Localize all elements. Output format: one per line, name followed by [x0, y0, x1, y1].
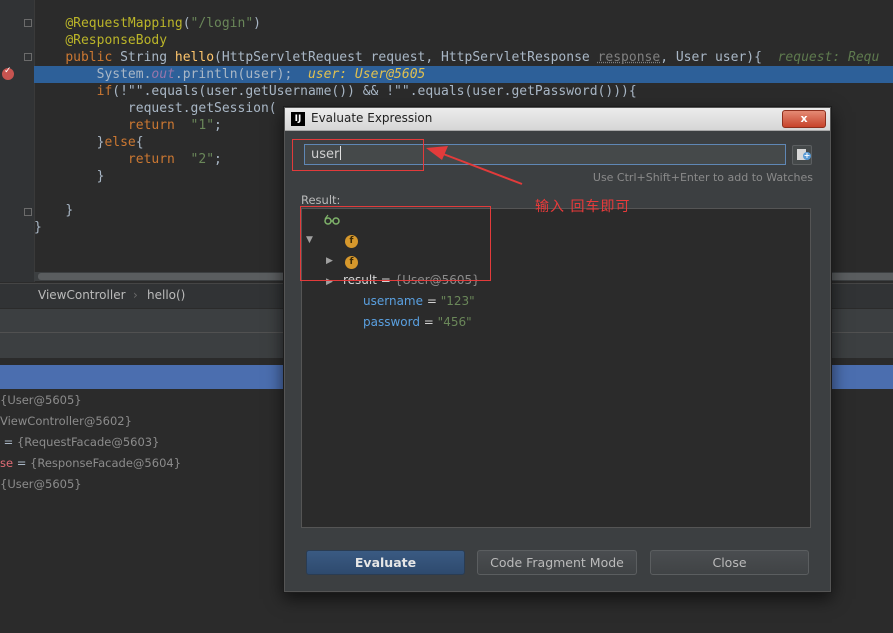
annotation-arrow-icon	[426, 146, 523, 185]
dialog-title: Evaluate Expression	[311, 111, 433, 125]
breadcrumb-class[interactable]: ViewController	[38, 288, 126, 302]
watches-hint: Use Ctrl+Shift+Enter to add to Watches	[592, 171, 813, 184]
variable-row[interactable]: ViewController@5602}	[0, 411, 132, 431]
editor-gutter[interactable]	[0, 0, 35, 282]
code-line: if(!"".equals(user.getUsername()) && !""…	[96, 84, 637, 99]
code-line: @RequestMapping("/login")	[65, 16, 261, 31]
inline-debug-value: user: User@5605	[307, 67, 426, 82]
breadcrumb-separator: ›	[133, 288, 138, 302]
close-button[interactable]: Close	[650, 550, 809, 575]
fold-marker-icon[interactable]	[24, 19, 32, 27]
inline-debug-value: request: Requ	[777, 50, 880, 65]
variable-row[interactable]: se = {ResponseFacade@5604}	[0, 453, 181, 473]
breakpoint-icon[interactable]	[2, 66, 14, 80]
breadcrumb-method[interactable]: hello()	[147, 288, 185, 302]
variable-row[interactable]: = {RequestFacade@5603}	[0, 432, 160, 452]
fold-marker-icon[interactable]	[24, 208, 32, 216]
code-line: public String hello(HttpServletRequest r…	[65, 50, 880, 65]
annotation-note: 输入 回车即可	[535, 199, 631, 215]
evaluate-expression-dialog: IJ Evaluate Expression x user + Use Ctrl…	[283, 106, 832, 593]
highlight-box-result	[300, 206, 491, 281]
execution-line: System.out.println(user); user: User@560…	[34, 66, 893, 83]
dialog-titlebar[interactable]: IJ Evaluate Expression x	[285, 108, 830, 131]
code-line: @ResponseBody	[65, 33, 168, 48]
window-close-button[interactable]: x	[782, 110, 826, 128]
evaluate-button[interactable]: Evaluate	[306, 550, 465, 575]
code-fragment-mode-button[interactable]: Code Fragment Mode	[477, 550, 637, 575]
variable-row[interactable]: {User@5605}	[0, 474, 82, 494]
intellij-app-icon: IJ	[291, 112, 305, 126]
result-label: Result:	[301, 193, 341, 207]
variable-row[interactable]: {User@5605}	[0, 390, 82, 410]
highlight-box-input	[292, 139, 424, 171]
add-to-watches-icon[interactable]: +	[792, 145, 812, 165]
fold-marker-icon[interactable]	[24, 53, 32, 61]
